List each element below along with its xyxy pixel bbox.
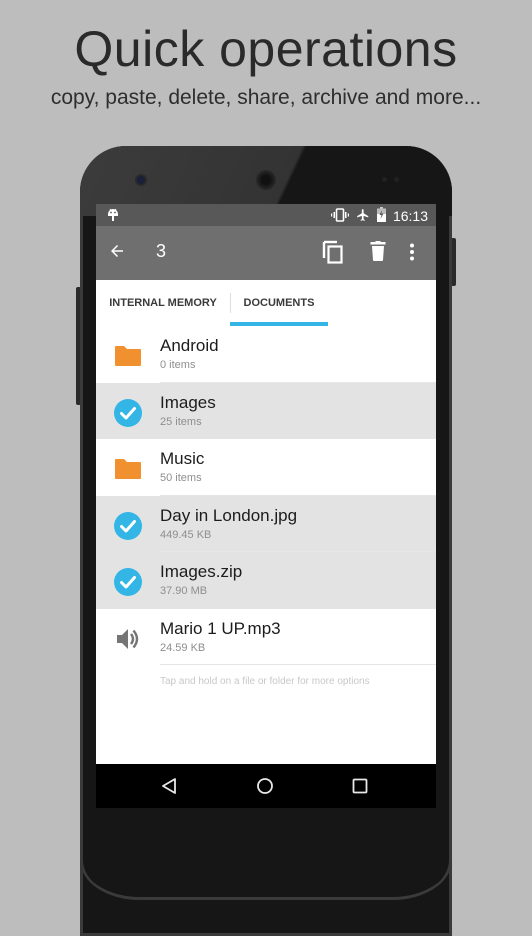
storage-tabs: INTERNAL MEMORY DOCUMENTS	[96, 280, 436, 327]
phone-screen: 16:13 3 INTERNAL MEMORY DOCUMENTS Androi…	[96, 204, 436, 808]
file-name: Mario 1 UP.mp3	[160, 618, 281, 638]
check-selected-icon	[114, 568, 142, 596]
folder-icon	[114, 342, 142, 370]
list-item[interactable]: Day in London.jpg 449.45 KB	[96, 495, 436, 552]
status-time: 16:13	[392, 208, 428, 224]
hint-text: Tap and hold on a file or folder for mor…	[160, 676, 370, 687]
earpiece-speaker	[256, 170, 276, 190]
battery-charging-icon	[376, 207, 386, 225]
back-nav-icon[interactable]	[160, 777, 178, 800]
action-toolbar: 3	[96, 226, 436, 280]
file-meta: 37.90 MB	[160, 585, 208, 597]
file-name: Images	[160, 392, 216, 412]
file-meta: 25 items	[160, 415, 202, 428]
home-nav-icon[interactable]	[256, 777, 274, 800]
file-name: Images.zip	[160, 562, 243, 581]
promo-title: Quick operations	[74, 21, 458, 77]
navigation-bar	[96, 764, 436, 808]
delete-button[interactable]	[370, 241, 386, 266]
recents-nav-icon[interactable]	[351, 777, 369, 800]
file-meta: 24.59 KB	[160, 641, 206, 654]
list-item[interactable]: Music 50 items	[96, 439, 436, 496]
back-button[interactable]	[108, 242, 126, 265]
list-item[interactable]: Android 0 items	[96, 326, 436, 383]
file-meta: 50 items	[160, 472, 202, 484]
list-item[interactable]: Images.zip 37.90 MB	[96, 552, 436, 609]
tab-internal-memory[interactable]: INTERNAL MEMORY	[96, 280, 230, 326]
file-name: Android	[160, 336, 219, 355]
android-icon	[107, 208, 119, 225]
light-sensor	[394, 177, 399, 182]
copy-button[interactable]	[322, 240, 344, 269]
list-item[interactable]: Images 25 items	[96, 382, 436, 439]
audio-file-icon	[114, 625, 142, 653]
status-bar: 16:13	[96, 204, 436, 226]
file-name: Music	[160, 449, 205, 468]
airplane-mode-icon	[356, 208, 370, 225]
file-list: Android 0 items Images 25 items Music 50…	[96, 326, 436, 665]
vibrate-icon	[330, 207, 349, 225]
selection-count: 3	[156, 241, 167, 261]
check-selected-icon	[114, 511, 142, 540]
file-meta: 449.45 KB	[160, 528, 212, 541]
tab-documents[interactable]: DOCUMENTS	[230, 280, 328, 326]
list-item[interactable]: Mario 1 UP.mp3 24.59 KB	[96, 608, 436, 665]
more-options-button[interactable]	[409, 243, 415, 266]
proximity-sensor	[382, 177, 387, 182]
file-meta: 0 items	[160, 359, 196, 371]
file-name: Day in London.jpg	[160, 505, 298, 525]
promo-subtitle: copy, paste, delete, share, archive and …	[50, 86, 482, 109]
front-camera	[137, 176, 145, 184]
folder-icon	[114, 455, 142, 483]
check-selected-icon	[114, 398, 142, 427]
row-divider	[160, 664, 436, 665]
